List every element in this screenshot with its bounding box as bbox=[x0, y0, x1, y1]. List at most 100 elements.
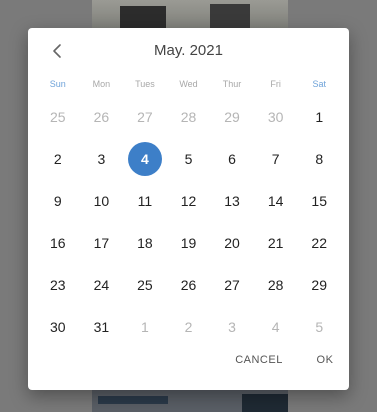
day-number: 24 bbox=[93, 277, 110, 293]
day-number: 17 bbox=[93, 235, 110, 251]
day-cell-other-month[interactable]: 27 bbox=[123, 96, 167, 138]
day-number: 19 bbox=[180, 235, 197, 251]
day-cell[interactable]: 3 bbox=[80, 138, 124, 180]
day-cell[interactable]: 6 bbox=[210, 138, 254, 180]
day-number: 25 bbox=[49, 109, 66, 125]
date-picker-header: May. 2021 bbox=[28, 28, 349, 74]
day-number: 29 bbox=[224, 109, 240, 125]
day-number: 9 bbox=[53, 193, 62, 209]
day-number: 31 bbox=[93, 319, 110, 335]
day-cell[interactable]: 23 bbox=[36, 264, 80, 306]
day-cell[interactable]: 16 bbox=[36, 222, 80, 264]
day-number: 30 bbox=[267, 109, 284, 125]
day-number: 23 bbox=[49, 277, 66, 293]
day-number: 1 bbox=[141, 319, 149, 335]
day-number: 15 bbox=[311, 193, 327, 209]
weekday-tues: Tues bbox=[135, 79, 155, 89]
weekday-wed: Wed bbox=[179, 79, 198, 89]
day-cell[interactable]: 26 bbox=[167, 264, 211, 306]
day-number: 14 bbox=[267, 193, 284, 209]
day-cell[interactable]: 10 bbox=[80, 180, 124, 222]
month-title: May. 2021 bbox=[154, 42, 223, 59]
day-cell-other-month[interactable]: 1 bbox=[123, 306, 167, 348]
day-cell[interactable]: 8 bbox=[297, 138, 341, 180]
day-number: 16 bbox=[49, 235, 66, 251]
day-cell-other-month[interactable]: 2 bbox=[167, 306, 211, 348]
day-cell[interactable]: 22 bbox=[297, 222, 341, 264]
day-number: 27 bbox=[137, 109, 153, 125]
day-number: 26 bbox=[93, 109, 110, 125]
day-number: 25 bbox=[137, 277, 153, 293]
day-number: 3 bbox=[228, 319, 236, 335]
day-number: 20 bbox=[224, 235, 240, 251]
day-grid: 25 26 27 28 29 30 1 2 3 4 5 6 7 8 9 10 11 12 13 14 15 16 17 18 1… bbox=[36, 96, 341, 348]
day-number: 6 bbox=[228, 151, 236, 167]
dialog-actions: CANCEL OK bbox=[28, 346, 349, 374]
day-cell[interactable]: 24 bbox=[80, 264, 124, 306]
day-number: 5 bbox=[184, 151, 193, 167]
day-cell[interactable]: 28 bbox=[254, 264, 298, 306]
weekday-header: Sun Mon Tues Wed Thur Fri Sat bbox=[36, 74, 341, 94]
day-number: 29 bbox=[311, 277, 327, 293]
day-cell[interactable]: 15 bbox=[297, 180, 341, 222]
day-cell[interactable]: 5 bbox=[167, 138, 211, 180]
day-number: 28 bbox=[180, 109, 197, 125]
date-picker-dialog: May. 2021 Sun Mon Tues Wed Thur Fri Sat 25 26 27… bbox=[28, 28, 349, 390]
day-cell-selected[interactable]: 4 bbox=[123, 138, 167, 180]
weekday-mon: Mon bbox=[92, 79, 111, 89]
day-cell[interactable]: 12 bbox=[167, 180, 211, 222]
cancel-button[interactable]: CANCEL bbox=[228, 346, 290, 374]
day-cell[interactable]: 27 bbox=[210, 264, 254, 306]
photo-shape bbox=[210, 4, 250, 30]
day-number: 12 bbox=[180, 193, 197, 209]
day-cell-other-month[interactable]: 3 bbox=[210, 306, 254, 348]
day-number: 3 bbox=[97, 151, 106, 167]
day-number: 18 bbox=[137, 235, 153, 251]
day-cell[interactable]: 31 bbox=[80, 306, 124, 348]
day-cell-other-month[interactable]: 29 bbox=[210, 96, 254, 138]
ok-button[interactable]: OK bbox=[310, 346, 340, 374]
weekday-fri: Fri bbox=[270, 79, 281, 89]
day-number: 2 bbox=[184, 319, 193, 335]
weekday-thur: Thur bbox=[222, 79, 242, 89]
day-number: 22 bbox=[311, 235, 327, 251]
day-cell-other-month[interactable]: 28 bbox=[167, 96, 211, 138]
day-cell[interactable]: 30 bbox=[36, 306, 80, 348]
day-cell[interactable]: 1 bbox=[297, 96, 341, 138]
day-cell[interactable]: 18 bbox=[123, 222, 167, 264]
day-cell[interactable]: 14 bbox=[254, 180, 298, 222]
day-number: 11 bbox=[137, 193, 153, 209]
day-cell[interactable]: 19 bbox=[167, 222, 211, 264]
day-number: 4 bbox=[127, 142, 162, 176]
day-cell[interactable]: 25 bbox=[123, 264, 167, 306]
day-number: 21 bbox=[267, 235, 284, 251]
day-number: 5 bbox=[315, 319, 324, 335]
day-number: 10 bbox=[93, 193, 110, 209]
day-cell[interactable]: 17 bbox=[80, 222, 124, 264]
day-cell[interactable]: 9 bbox=[36, 180, 80, 222]
day-cell[interactable]: 21 bbox=[254, 222, 298, 264]
day-cell[interactable]: 20 bbox=[210, 222, 254, 264]
day-number: 27 bbox=[224, 277, 240, 293]
day-number: 13 bbox=[224, 193, 240, 209]
day-cell-other-month[interactable]: 30 bbox=[254, 96, 298, 138]
photo-shape bbox=[242, 394, 288, 412]
day-cell[interactable]: 13 bbox=[210, 180, 254, 222]
day-cell[interactable]: 2 bbox=[36, 138, 80, 180]
weekday-sun: Sun bbox=[49, 79, 66, 89]
background-photo-bottom bbox=[92, 390, 288, 412]
day-cell[interactable]: 7 bbox=[254, 138, 298, 180]
day-number: 30 bbox=[49, 319, 66, 335]
day-cell-other-month[interactable]: 25 bbox=[36, 96, 80, 138]
day-number: 8 bbox=[315, 151, 324, 167]
day-cell[interactable]: 29 bbox=[297, 264, 341, 306]
day-cell-other-month[interactable]: 26 bbox=[80, 96, 124, 138]
day-cell-other-month[interactable]: 5 bbox=[297, 306, 341, 348]
weekday-sat: Sat bbox=[312, 79, 326, 89]
photo-shape bbox=[120, 6, 166, 28]
day-number: 4 bbox=[271, 319, 280, 335]
photo-shape bbox=[98, 396, 168, 404]
day-cell[interactable]: 11 bbox=[123, 180, 167, 222]
day-cell-other-month[interactable]: 4 bbox=[254, 306, 298, 348]
day-number: 2 bbox=[53, 151, 62, 167]
